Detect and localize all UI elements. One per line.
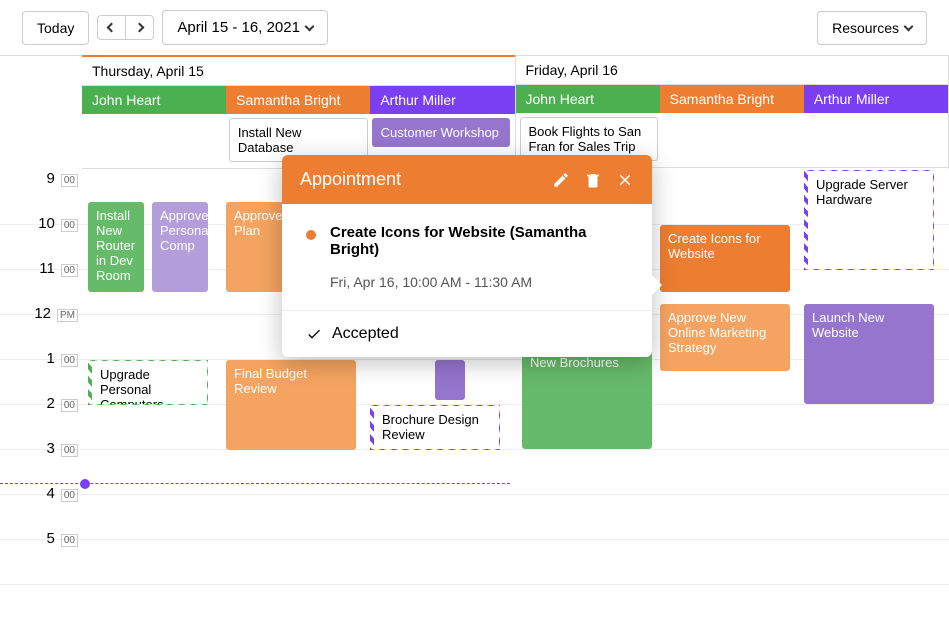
popup-header: Appointment — [282, 155, 652, 204]
popup-title: Appointment — [300, 169, 538, 190]
date-range-label: April 15 - 16, 2021 — [177, 19, 300, 36]
owner-header[interactable]: Arthur Miller — [370, 86, 514, 114]
time-hour: 4 — [47, 485, 55, 502]
time-min: 00 — [61, 444, 78, 457]
toolbar: Today April 15 - 16, 2021 Resources — [0, 0, 949, 56]
chevron-down-icon — [304, 21, 314, 31]
time-min: 00 — [61, 264, 78, 277]
event[interactable]: Final Budget Review — [226, 360, 356, 450]
time-hour: 3 — [47, 440, 55, 457]
chevron-right-icon — [135, 23, 145, 33]
allday-event[interactable]: Customer Workshop — [372, 118, 511, 147]
chevron-down-icon — [904, 21, 914, 31]
resources-label: Resources — [832, 20, 899, 36]
owner-header[interactable]: Samantha Bright — [660, 85, 804, 113]
color-dot-icon — [306, 230, 316, 240]
check-icon — [306, 326, 322, 342]
next-button[interactable] — [125, 15, 154, 40]
event[interactable]: Launch New Website — [804, 304, 934, 404]
owner-header[interactable]: John Heart — [516, 85, 660, 113]
time-min: 00 — [61, 399, 78, 412]
popup-status: Accepted — [332, 325, 399, 343]
popup-event-time: Fri, Apr 16, 10:00 AM - 11:30 AM — [330, 274, 628, 290]
time-hour: 1 — [47, 350, 55, 367]
event[interactable]: Upgrade Server Hardware — [804, 170, 934, 270]
appointment-popup: Appointment Create Icons for Website (Sa… — [282, 155, 652, 357]
day-header[interactable]: Thursday, April 15 — [82, 55, 515, 86]
time-min: 00 — [61, 174, 78, 187]
owner-header[interactable]: Arthur Miller — [804, 85, 948, 113]
date-range-button[interactable]: April 15 - 16, 2021 — [162, 10, 328, 45]
time-min: 00 — [61, 534, 78, 547]
event[interactable]: Upgrade Personal Computers — [88, 360, 208, 405]
today-button[interactable]: Today — [22, 11, 89, 45]
owner-header[interactable]: Samantha Bright — [226, 86, 370, 114]
close-icon[interactable] — [616, 171, 634, 189]
time-hour: 10 — [38, 215, 55, 232]
time-min: 00 — [61, 489, 78, 502]
owner-header[interactable]: John Heart — [82, 86, 226, 114]
event[interactable]: Approve Personal Comp — [152, 202, 208, 292]
time-hour: 5 — [47, 530, 55, 547]
chevron-left-icon — [107, 23, 117, 33]
time-hour: 11 — [39, 260, 55, 277]
prev-button[interactable] — [97, 15, 125, 40]
popup-arrow — [652, 275, 662, 295]
event[interactable]: Install New Router in Dev Room — [88, 202, 144, 292]
event[interactable]: Approve New Online Marketing Strategy — [660, 304, 790, 371]
edit-icon[interactable] — [552, 171, 570, 189]
time-hour: 9 — [47, 170, 55, 187]
time-min: 00 — [61, 219, 78, 232]
time-min: 00 — [61, 354, 78, 367]
event[interactable]: New Brochures — [522, 349, 652, 449]
current-time-indicator — [0, 483, 510, 484]
time-hour: 12 — [34, 305, 51, 322]
event[interactable] — [435, 360, 465, 400]
popup-event-title: Create Icons for Website (Samantha Brigh… — [330, 224, 628, 258]
time-hour: 2 — [47, 395, 55, 412]
time-min: PM — [57, 309, 78, 322]
day-header[interactable]: Friday, April 16 — [516, 56, 949, 85]
delete-icon[interactable] — [584, 171, 602, 189]
event[interactable]: Brochure Design Review — [370, 405, 500, 450]
resources-button[interactable]: Resources — [817, 11, 927, 45]
event[interactable]: Create Icons for Website — [660, 225, 790, 292]
